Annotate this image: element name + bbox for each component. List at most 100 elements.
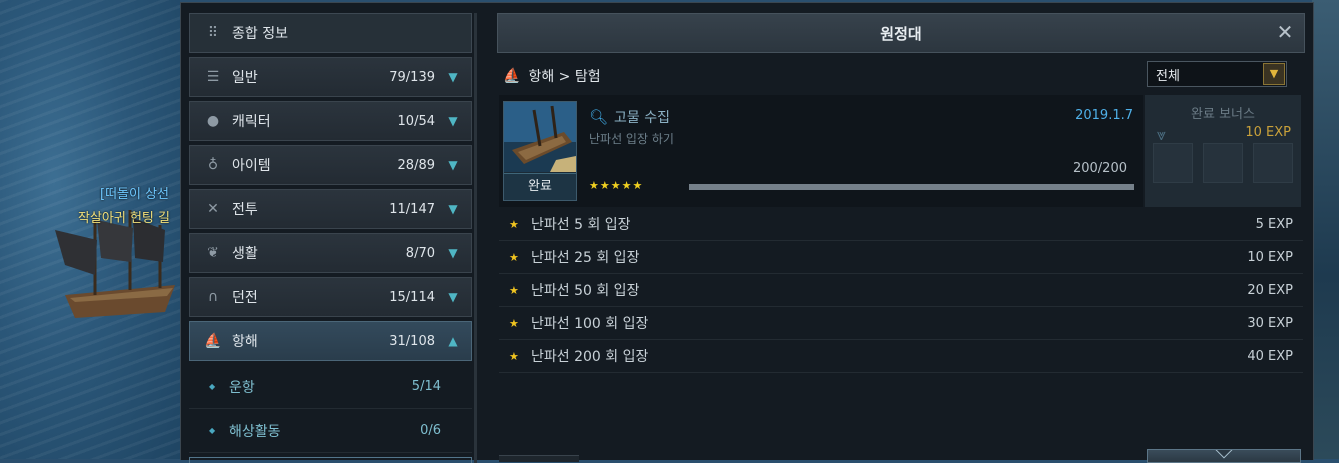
achievement-date: 2019.1.7 (1075, 108, 1133, 123)
list-item: ★ 난파선 25 회 입장 10 EXP (499, 241, 1303, 274)
crossed-swords-icon: ✕ (207, 201, 219, 217)
achievement-description: 난파선 입장 하기 (589, 132, 674, 146)
list-icon: ☰ (206, 69, 220, 85)
achievement-card[interactable]: 완료 🔍︎ 고물 수집 난파선 입장 하기 2019.1.7 200/200 ★… (499, 95, 1143, 207)
bonus-exp: 10 EXP (1245, 125, 1291, 140)
nav-item-count: 10/54 (397, 113, 435, 129)
breadcrumb-text: 항해 > 탐험 (528, 69, 601, 85)
nav-item-dungeon[interactable]: ∩ 던전 15/114 ▼ (189, 277, 472, 317)
npc-guild-label: 작살아귀 헌팅 길 (78, 211, 170, 226)
bonus-title: 완료 보너스 (1191, 107, 1255, 122)
nav-item-character[interactable]: ● 캐릭터 10/54 ▼ (189, 101, 472, 141)
sub-item-count: 0/6 (420, 423, 441, 438)
reward-exp: 5 EXP (1255, 216, 1293, 232)
reward-label: 난파선 5 회 입장 (531, 217, 631, 233)
achievement-title: 🔍︎ 고물 수집 (589, 107, 670, 127)
reward-label: 난파선 100 회 입장 (531, 316, 649, 332)
reward-slot[interactable] (1253, 143, 1293, 183)
nav-item-life[interactable]: ❦ 생활 8/70 ▼ (189, 233, 472, 273)
potion-icon: ♁ (207, 157, 219, 173)
reward-label: 난파선 50 회 입장 (531, 283, 640, 299)
gate-icon: ∩ (207, 289, 219, 305)
nav-item-count: 15/114 (389, 289, 435, 305)
completion-bonus: 완료 보너스 ⩔ 10 EXP (1145, 95, 1301, 207)
chevron-down-icon[interactable]: ▼ (443, 246, 463, 260)
ship-icon: ⛵ (503, 68, 521, 84)
ship-icon: ⛵ (204, 333, 222, 349)
progress-bar (689, 184, 1134, 190)
claim-bonus-button[interactable] (1147, 449, 1301, 463)
nav-item-label: 일반 (232, 70, 258, 86)
chevron-down-icon[interactable]: ▼ (443, 202, 463, 216)
status-badge: 완료 (504, 173, 576, 200)
sub-item-sea-activity[interactable]: ◆ 해상활동 0/6 (189, 409, 472, 453)
sub-item-navigation[interactable]: ◆ 운항 5/14 (189, 365, 472, 409)
reward-exp: 10 EXP (1247, 249, 1293, 265)
nav-item-label: 아이템 (232, 158, 271, 174)
magnifier-icon: 🔍︎ (589, 108, 609, 126)
reward-exp: 40 EXP (1247, 348, 1293, 364)
nav-item-count: 31/108 (389, 333, 435, 349)
reward-exp: 20 EXP (1247, 282, 1293, 298)
sub-item-label: 해상활동 (229, 423, 281, 440)
shipwreck-image (504, 102, 576, 172)
window-title: 원정대 (880, 24, 922, 43)
achievement-progress-text: 200/200 (1072, 161, 1127, 176)
list-item: ★ 난파선 5 회 입장 5 EXP (499, 208, 1303, 241)
nav-item-combat[interactable]: ✕ 전투 11/147 ▼ (189, 189, 472, 229)
list-item: ★ 난파선 50 회 입장 20 EXP (499, 274, 1303, 307)
star-icon: ★ (509, 316, 519, 330)
bullet-icon: ◆ (209, 382, 216, 391)
leaf-icon: ❦ (207, 245, 219, 261)
star-icon: ★ (509, 283, 519, 297)
reward-slot[interactable] (1203, 143, 1243, 183)
sub-item-exploration[interactable] (189, 457, 472, 463)
person-icon: ● (206, 113, 220, 129)
list-item: ★ 난파선 100 회 입장 30 EXP (499, 307, 1303, 340)
chevron-down-icon[interactable]: ▼ (443, 158, 463, 172)
star-icon: ★ (509, 217, 519, 231)
game-world-background-right (1312, 0, 1339, 459)
nav-scrollbar[interactable] (474, 13, 477, 463)
nav-item-label: 던전 (232, 290, 258, 306)
reward-label: 난파선 25 회 입장 (531, 250, 640, 266)
category-nav: ⠿ 종합 정보 ☰ 일반 79/139 ▼ ● 캐릭터 10/54 ▼ ♁ 아이… (189, 13, 472, 463)
nav-item-count: 79/139 (389, 69, 435, 85)
nav-item-count: 11/147 (389, 201, 435, 217)
chevron-up-icon[interactable]: ▲ (443, 334, 463, 348)
nav-item-label: 전투 (232, 202, 258, 218)
chevron-down-icon[interactable]: ▼ (1263, 63, 1285, 85)
nav-item-general[interactable]: ☰ 일반 79/139 ▼ (189, 57, 472, 97)
progress-bar-fill (689, 184, 1134, 190)
nav-item-label: 캐릭터 (232, 114, 271, 130)
grid-icon: ⠿ (207, 25, 219, 41)
breadcrumb-row: ⛵ 항해 > 탐험 전체 ▼ (497, 61, 1305, 91)
reward-list: ★ 난파선 5 회 입장 5 EXP ★ 난파선 25 회 입장 10 EXP … (499, 208, 1303, 373)
close-icon[interactable]: ✕ (1274, 21, 1296, 43)
sub-item-count: 5/14 (411, 379, 441, 394)
breadcrumb: ⛵ 항해 > 탐험 (503, 66, 601, 86)
bonus-emblem-icon: ⩔ (1157, 125, 1167, 144)
nav-item-overview[interactable]: ⠿ 종합 정보 (189, 13, 472, 53)
bullet-icon: ◆ (209, 426, 216, 435)
reward-slot[interactable] (1153, 143, 1193, 183)
chevron-down-icon[interactable]: ▼ (443, 114, 463, 128)
chevron-down-icon[interactable]: ▼ (443, 290, 463, 304)
achievement-stars: ★★★★★ (589, 179, 644, 192)
achievement-panel: 원정대 ✕ ⛵ 항해 > 탐험 전체 ▼ 완료 🔍︎ 고물 수집 난파선 입장 … (497, 13, 1305, 463)
bonus-reward-slots (1153, 143, 1293, 183)
expedition-window: ⠿ 종합 정보 ☰ 일반 79/139 ▼ ● 캐릭터 10/54 ▼ ♁ 아이… (180, 2, 1314, 463)
filter-dropdown[interactable]: 전체 ▼ (1147, 61, 1287, 87)
star-icon: ★ (509, 349, 519, 363)
nav-item-count: 8/70 (405, 245, 435, 261)
achievement-title-text: 고물 수집 (614, 110, 671, 126)
nav-item-label: 생활 (232, 246, 258, 262)
nav-item-item[interactable]: ♁ 아이템 28/89 ▼ (189, 145, 472, 185)
window-title-bar: 원정대 ✕ (497, 13, 1305, 53)
nav-item-label: 종합 정보 (232, 26, 288, 42)
chevron-down-icon[interactable]: ▼ (443, 70, 463, 84)
diamond-icon (1215, 450, 1233, 459)
list-item: ★ 난파선 200 회 입장 40 EXP (499, 340, 1303, 373)
reward-label: 난파선 200 회 입장 (531, 349, 649, 365)
nav-item-voyage[interactable]: ⛵ 항해 31/108 ▲ (189, 321, 472, 361)
